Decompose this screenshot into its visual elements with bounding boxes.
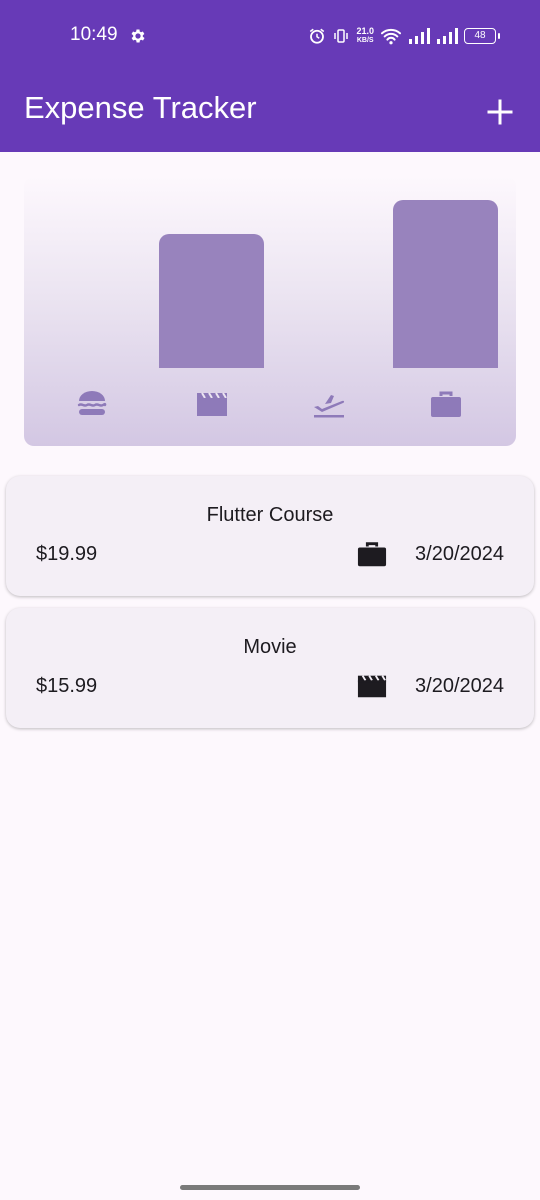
vibrate-icon bbox=[334, 29, 349, 43]
network-speed-unit: KB/S bbox=[356, 37, 374, 44]
network-speed-value: 21.0 bbox=[356, 26, 374, 36]
chart-bar-track bbox=[159, 200, 264, 368]
status-time: 10:49 bbox=[70, 24, 118, 45]
burger-icon bbox=[39, 388, 144, 420]
chart-bar-work bbox=[393, 200, 498, 368]
wifi-icon bbox=[381, 28, 401, 45]
expense-item[interactable]: Flutter Course $19.99 3/20/2024 bbox=[6, 476, 534, 596]
battery-icon: 48 bbox=[464, 28, 500, 44]
movie-clapper-icon bbox=[357, 675, 387, 698]
settings-gear-icon bbox=[131, 29, 145, 43]
expense-item[interactable]: Movie $15.99 3/20/2024 bbox=[6, 608, 534, 728]
add-icon[interactable] bbox=[480, 92, 520, 132]
expense-date: 3/20/2024 bbox=[415, 543, 504, 565]
briefcase-icon bbox=[357, 542, 387, 567]
chart-bar-track bbox=[276, 200, 381, 368]
signal-icon bbox=[409, 28, 430, 44]
movie-clapper-icon bbox=[159, 388, 264, 420]
expense-amount: $15.99 bbox=[36, 675, 98, 697]
expense-title: Flutter Course bbox=[206, 504, 334, 526]
expense-amount: $19.99 bbox=[36, 543, 98, 565]
chart-bar-leisure bbox=[159, 233, 264, 368]
chart-bar-track bbox=[39, 200, 144, 368]
expense-title: Movie bbox=[243, 636, 297, 658]
briefcase-icon bbox=[393, 388, 498, 420]
app-bar: Expense Tracker bbox=[0, 72, 540, 152]
expense-date: 3/20/2024 bbox=[415, 675, 504, 697]
page-title: Expense Tracker bbox=[24, 90, 257, 125]
network-speed: 21.0 KB/S bbox=[356, 27, 374, 45]
flight-takeoff-icon bbox=[276, 388, 381, 420]
status-bar: 10:49 21.0 KB/S 48 bbox=[0, 0, 540, 72]
expense-chart bbox=[24, 176, 516, 446]
chart-bar-track bbox=[393, 200, 498, 368]
status-icons: 21.0 KB/S 48 bbox=[308, 24, 500, 48]
alarm-icon bbox=[310, 28, 325, 44]
home-indicator[interactable] bbox=[180, 1185, 360, 1190]
signal-icon-2 bbox=[437, 28, 458, 44]
